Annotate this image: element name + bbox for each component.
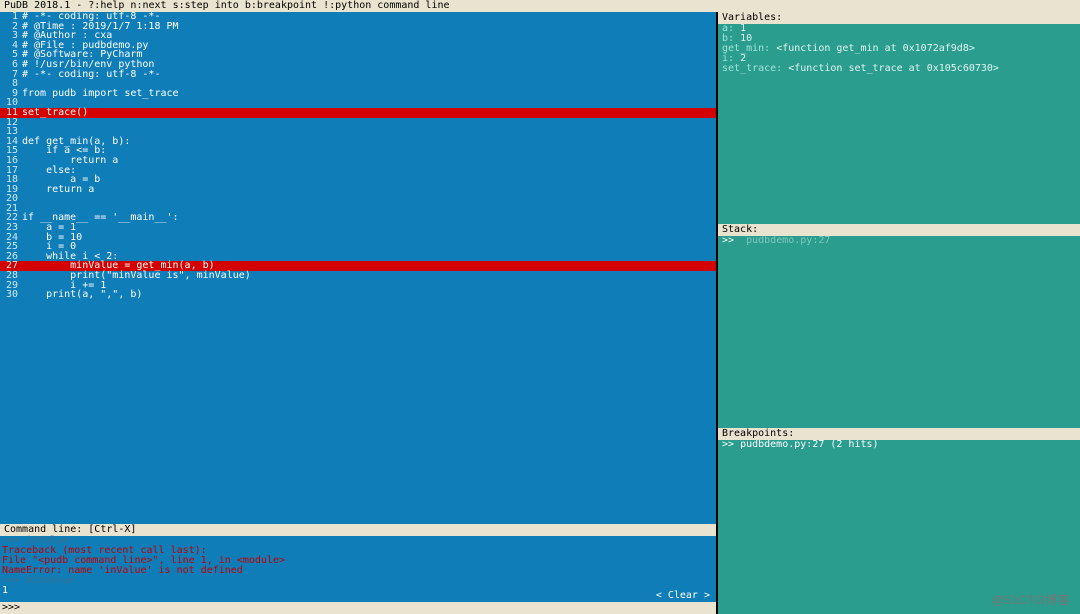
code-text: from pudb import set_trace: [22, 89, 716, 99]
code-text: a = b: [22, 175, 716, 185]
line-number: 8: [0, 79, 22, 89]
source-code-pane[interactable]: 1 # -*- coding: utf-8 -*- 2# @Time : 2019/…: [0, 12, 716, 524]
code-line[interactable]: 17 else:: [0, 166, 716, 176]
code-line[interactable]: 23 a = 1: [0, 223, 716, 233]
line-number: 7: [0, 70, 22, 80]
code-line[interactable]: 19 return a: [0, 185, 716, 195]
code-text: else:: [22, 166, 716, 176]
code-text: [22, 98, 716, 108]
command-line-row: NameError: name 'inValue' is not defined: [2, 566, 714, 576]
line-number: 6: [0, 60, 22, 70]
code-line[interactable]: 28 print("minValue is", minValue): [0, 271, 716, 281]
code-line[interactable]: 11set_trace(): [0, 108, 716, 118]
command-line-row: 1: [2, 586, 714, 596]
breakpoint-text: pudbdemo.py:27 (2 hits): [740, 440, 878, 450]
code-line[interactable]: 16 return a: [0, 156, 716, 166]
frame-location: pudbdemo.py:27: [746, 236, 830, 246]
variable-value: <function get_min at 0x1072af9d8>: [776, 43, 975, 54]
code-text: return a: [22, 185, 716, 195]
title-bar: PuDB 2018.1 - ?:help n:next s:step into …: [0, 0, 1080, 12]
variable-row[interactable]: get_min: <function get_min at 0x1072af9d…: [718, 44, 1080, 54]
code-line[interactable]: 14def get_min(a, b):: [0, 137, 716, 147]
variables-pane[interactable]: a: 1b: 10get_min: <function get_min at 0…: [718, 24, 1080, 224]
code-text: b = 10: [22, 233, 716, 243]
command-line-row: >>> minValue: [2, 576, 714, 586]
code-line[interactable]: 30 print(a, ",", b): [0, 290, 716, 300]
code-text: print(a, ",", b): [22, 290, 716, 300]
code-text: set_trace(): [22, 108, 716, 118]
command-prompt[interactable]: >>>: [0, 602, 716, 614]
code-text: if a <= b:: [22, 146, 716, 156]
line-number: 2: [0, 22, 22, 32]
code-text: return a: [22, 156, 716, 166]
breakpoints-pane[interactable]: >> pudbdemo.py:27 (2 hits): [718, 440, 1080, 614]
stack-pane[interactable]: >> pudbdemo.py:27: [718, 236, 1080, 428]
clear-button[interactable]: < Clear >: [656, 591, 710, 601]
variable-name: set_trace:: [722, 63, 788, 74]
code-text: [22, 194, 716, 204]
breakpoints-header: Breakpoints:: [718, 428, 1080, 440]
code-text: # -*- coding: utf-8 -*-: [22, 70, 716, 80]
code-line[interactable]: 22if __name__ == '__main__':: [0, 213, 716, 223]
code-line[interactable]: 20: [0, 194, 716, 204]
frame-arrow-icon: >>: [722, 236, 740, 246]
breakpoint-row[interactable]: >> pudbdemo.py:27 (2 hits): [718, 440, 1080, 450]
line-number: 3: [0, 31, 22, 41]
code-line[interactable]: 12: [0, 118, 716, 128]
watermark: @51CTO博客: [991, 591, 1070, 608]
code-text: def get_min(a, b):: [22, 137, 716, 147]
code-line[interactable]: 24 b = 10: [0, 233, 716, 243]
variables-header: Variables:: [718, 12, 1080, 24]
variable-value: <function set_trace at 0x105c60730>: [788, 63, 999, 74]
code-text: # @Time : 2019/1/7 1:18 PM: [22, 22, 716, 32]
variable-row[interactable]: a: 1: [718, 24, 1080, 34]
stack-frame[interactable]: >> pudbdemo.py:27: [718, 236, 1080, 246]
stack-header: Stack:: [718, 224, 1080, 236]
code-text: [22, 118, 716, 128]
code-line[interactable]: 9from pudb import set_trace: [0, 89, 716, 99]
command-line-header: Command line: [Ctrl-X]: [0, 524, 716, 536]
code-line[interactable]: 18 a = b: [0, 175, 716, 185]
line-number: 30: [0, 290, 22, 300]
line-number: 5: [0, 50, 22, 60]
line-number: 4: [0, 41, 22, 51]
code-line[interactable]: 7# -*- coding: utf-8 -*-: [0, 70, 716, 80]
command-line-pane[interactable]: >>> inValueTraceback (most recent call l…: [0, 536, 716, 602]
code-text: print("minValue is", minValue): [22, 271, 716, 281]
code-line[interactable]: 10: [0, 98, 716, 108]
bkpt-arrow-icon: >>: [722, 440, 740, 450]
code-text: if __name__ == '__main__':: [22, 213, 716, 223]
variable-row[interactable]: set_trace: <function set_trace at 0x105c…: [718, 64, 1080, 74]
code-text: a = 1: [22, 223, 716, 233]
line-number: 1: [0, 12, 22, 22]
code-text: i = 0: [22, 242, 716, 252]
